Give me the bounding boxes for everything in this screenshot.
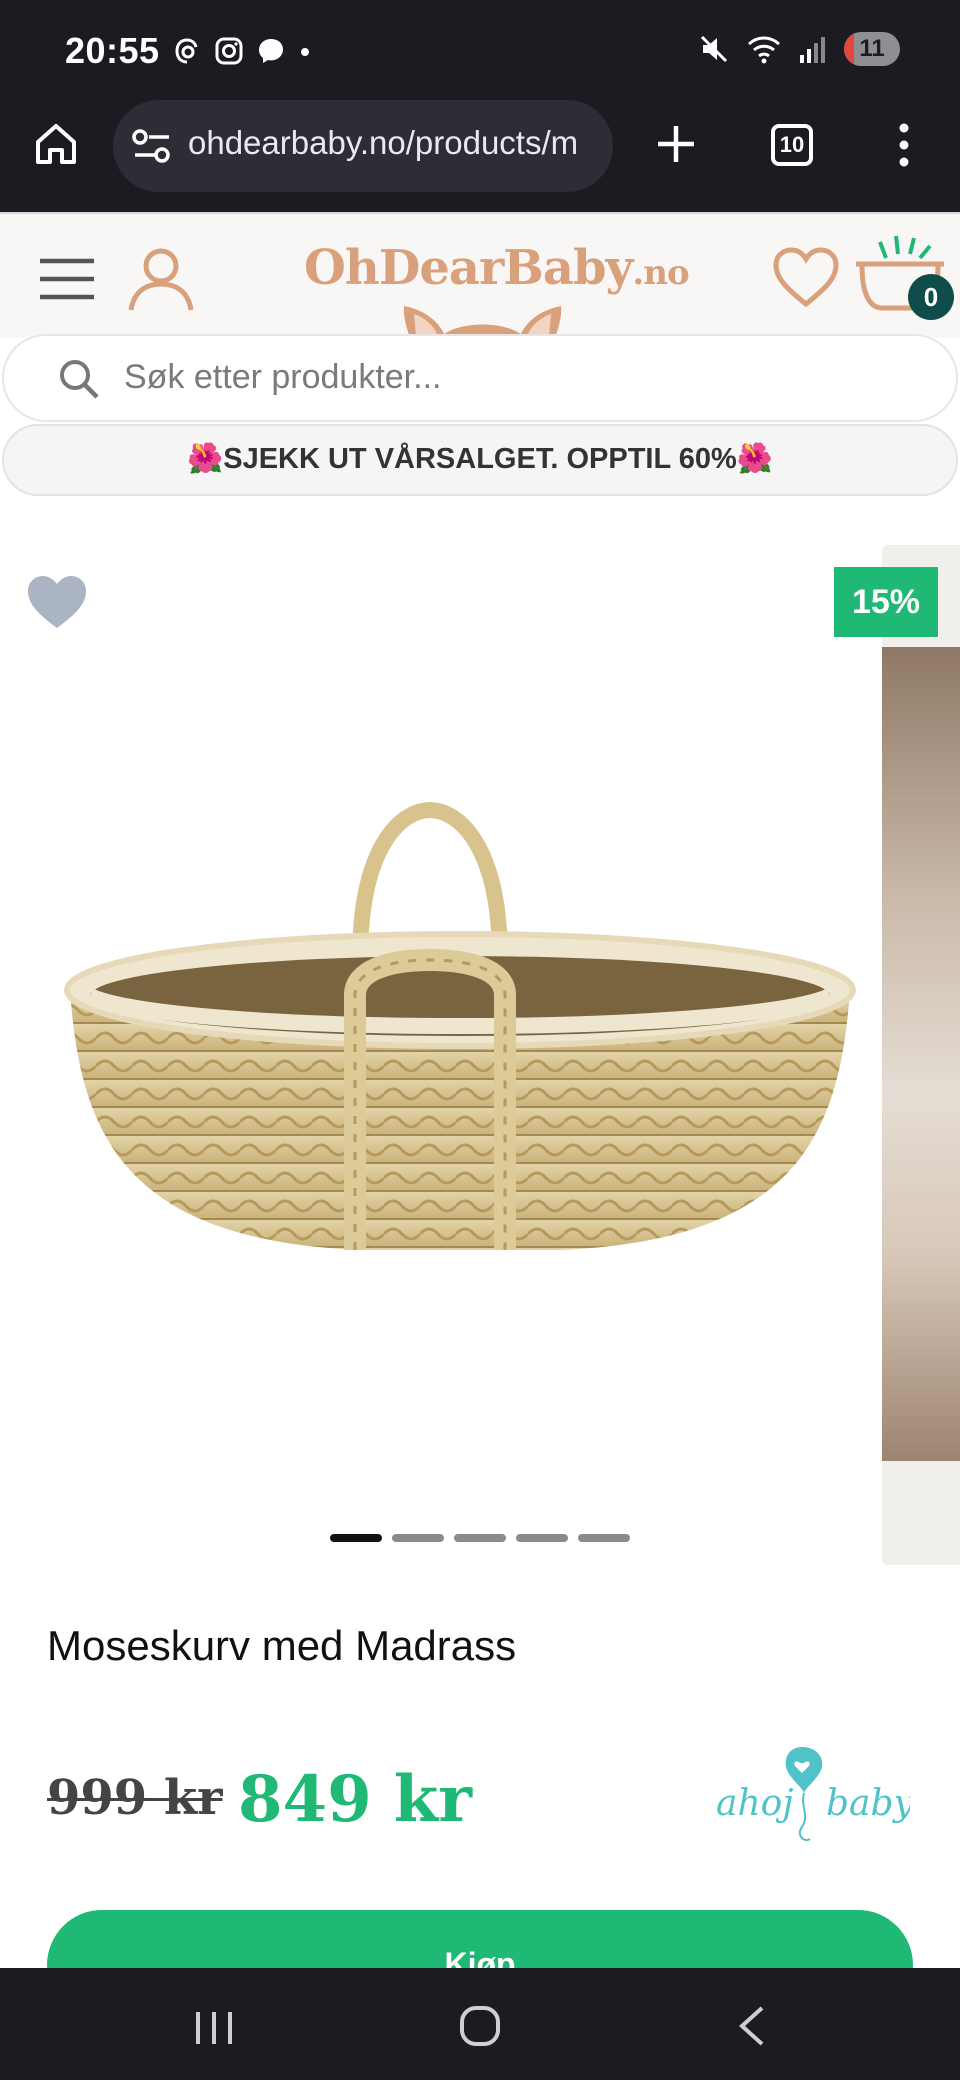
recent-apps-icon[interactable] (190, 2008, 238, 2048)
site-settings-icon[interactable] (131, 126, 173, 166)
pagination-dot[interactable] (454, 1534, 506, 1542)
pagination-dot[interactable] (578, 1534, 630, 1542)
logo-main: OhDearBaby (304, 240, 633, 296)
next-image-slide[interactable] (882, 545, 960, 1565)
instagram-icon (215, 37, 243, 65)
pagination-dot[interactable] (516, 1534, 568, 1542)
brand-logo-right: baby (826, 1783, 910, 1824)
pagination-dot[interactable] (330, 1534, 382, 1542)
account-icon[interactable] (126, 246, 196, 312)
discount-badge: 15% (834, 567, 938, 637)
messenger-icon (259, 39, 283, 63)
battery-level: 11 (859, 35, 885, 62)
hamburger-menu-icon[interactable] (38, 256, 96, 302)
pagination-dot[interactable] (392, 1534, 444, 1542)
wishlist-heart-icon[interactable] (772, 246, 840, 308)
url-text: ohdearbaby.no/products/m (188, 124, 579, 161)
sale-price: 849 kr (238, 1762, 472, 1837)
signal-icon (800, 37, 825, 63)
next-image-photo (882, 647, 960, 1461)
favorite-heart-icon[interactable] (26, 574, 88, 630)
brand-logo-left: ahoj (716, 1783, 793, 1824)
tab-switcher-button[interactable]: 10 (771, 124, 813, 166)
notification-icons (172, 36, 312, 66)
back-nav-icon[interactable] (734, 2004, 770, 2048)
wifi-icon (748, 36, 780, 64)
system-icons: 11 (698, 32, 900, 66)
search-icon (60, 360, 99, 399)
mute-icon (700, 35, 728, 63)
dot-icon (301, 48, 309, 56)
home-icon[interactable] (30, 118, 82, 170)
gallery-pagination[interactable] (330, 1534, 630, 1542)
status-bar: 20:55 11 (0, 0, 960, 106)
status-time: 20:55 (65, 30, 160, 71)
logo-tld: .no (632, 253, 689, 293)
threads-icon (175, 38, 198, 64)
promo-text: 🌺SJEKK UT VÅRSALGET. OPPTIL 60%🌺 (187, 443, 773, 475)
home-nav-icon[interactable] (458, 2004, 502, 2048)
logo-bunny-ears-icon (403, 306, 562, 338)
moses-basket-image (64, 801, 856, 1250)
old-price: 999 kr (47, 1770, 223, 1826)
ahoj-baby-brand-logo[interactable]: ahoj baby (710, 1735, 910, 1855)
product-title: Moseskurv med Madrass (47, 1622, 517, 1669)
search-placeholder: Søk etter produkter... (124, 358, 442, 396)
battery-indicator: 11 (844, 32, 900, 66)
site-logo[interactable]: OhDearBaby.no (304, 240, 690, 296)
new-tab-button[interactable] (652, 120, 700, 168)
address-bar[interactable]: ohdearbaby.no/products/m (113, 100, 613, 192)
browser-menu-icon[interactable] (892, 122, 916, 168)
cart-count-badge: 0 (908, 274, 954, 320)
